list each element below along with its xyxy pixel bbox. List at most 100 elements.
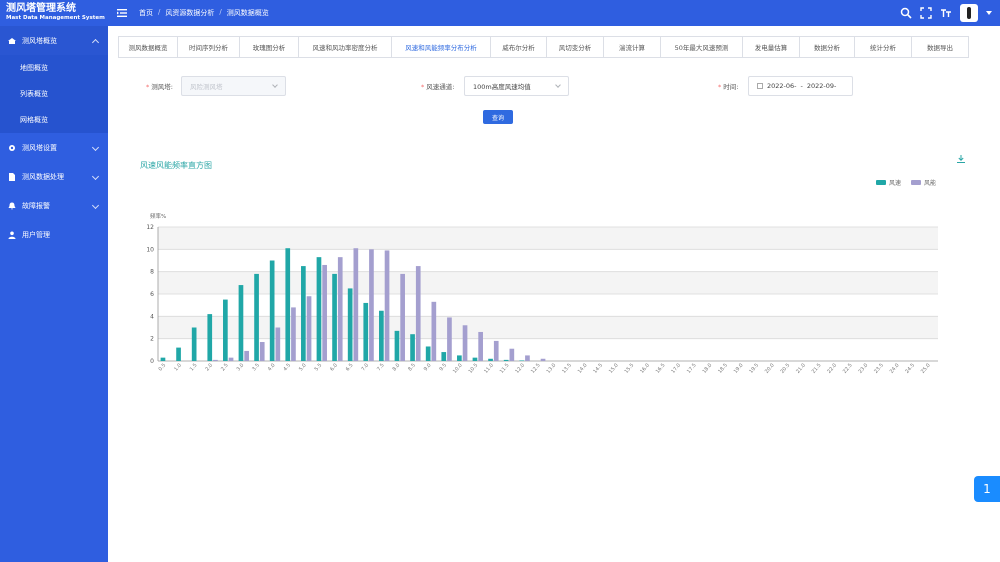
x-tick-label: 8.5: [407, 362, 417, 372]
sidebar-item-tower-overview[interactable]: 测风塔概览: [0, 26, 108, 55]
search-icon[interactable]: [900, 7, 912, 19]
sidebar-item-tower-settings[interactable]: 测风塔设置: [0, 133, 108, 162]
bar-speed: [410, 334, 415, 361]
tab-statistics[interactable]: 统计分析: [854, 36, 912, 58]
time-label: * 时间:: [718, 83, 739, 91]
x-tick-label: 19.5: [748, 362, 760, 374]
x-tick-label: 15.0: [608, 362, 620, 374]
app-title: 测风塔管理系统: [6, 3, 76, 14]
bar-speed: [207, 314, 213, 361]
bar-speed: [441, 352, 447, 361]
x-tick-label: 23.5: [873, 362, 885, 374]
x-tick-label: 3.5: [251, 362, 261, 372]
x-tick-label: 13.0: [546, 362, 558, 374]
x-tick-label: 16.5: [655, 362, 667, 374]
calendar-icon: [757, 83, 763, 89]
tower-select-value: 风险测风塔: [190, 83, 223, 91]
bar-energy: [478, 331, 483, 361]
x-tick-label: 20.0: [764, 362, 776, 374]
channel-select[interactable]: 100m高度风速均值: [464, 76, 569, 96]
query-button[interactable]: 查询: [483, 110, 513, 124]
bar-energy: [306, 296, 312, 361]
grid-band: [158, 316, 938, 339]
bar-speed: [176, 347, 181, 361]
x-tick-label: 7.5: [376, 362, 386, 372]
bar-speed: [191, 327, 197, 361]
sidebar-item-label: 故障报警: [22, 201, 50, 210]
fullscreen-icon[interactable]: [920, 7, 932, 19]
bar-energy: [228, 357, 234, 361]
float-badge[interactable]: 1: [974, 476, 1000, 502]
menu-toggle-icon[interactable]: [116, 7, 128, 19]
x-tick-label: 6.0: [329, 362, 339, 372]
sidebar-item-alarms[interactable]: 故障报警: [0, 191, 108, 220]
grid-band: [158, 227, 938, 250]
bar-energy: [275, 327, 281, 361]
tab-overview[interactable]: 测风数据概览: [118, 36, 178, 58]
tab-turbulence[interactable]: 湍流计算: [603, 36, 661, 58]
tab-frequency-distribution[interactable]: 风速和风能频率分布分析: [391, 36, 491, 58]
sidebar-item-users[interactable]: 用户管理: [0, 220, 108, 249]
bar-speed: [316, 257, 322, 361]
x-tick-label: 20.5: [780, 362, 792, 374]
x-tick-label: 1.5: [189, 362, 199, 372]
breadcrumb-analysis[interactable]: 风资源数据分析: [165, 8, 214, 18]
chevron-down-icon[interactable]: [986, 11, 992, 15]
x-tick-label: 19.0: [733, 362, 745, 374]
x-tick-label: 12.0: [514, 362, 526, 374]
bar-speed: [394, 330, 400, 361]
sidebar-item-data-processing[interactable]: 测风数据处理: [0, 162, 108, 191]
bar-speed: [425, 346, 431, 361]
bar-speed: [160, 357, 166, 361]
tab-power-density[interactable]: 风速和风功率密度分析: [298, 36, 392, 58]
bar-energy: [509, 348, 515, 361]
bar-energy: [540, 358, 546, 361]
chart-title: 风速风能频率直方图: [140, 161, 212, 170]
font-size-icon[interactable]: [940, 7, 952, 19]
tab-export[interactable]: 数据导出: [911, 36, 969, 58]
breadcrumb-home[interactable]: 首页: [139, 8, 153, 18]
chart-container: 频率% 0 2 4 6 8 10 12 0.5 1.0 1.5 2.0 2.5 3.0 3.5 4.0 4.5 5…: [108, 182, 1000, 382]
download-icon[interactable]: [956, 154, 966, 164]
x-tick-label: 3.0: [236, 362, 246, 372]
y-tick-label: 12: [146, 224, 154, 231]
sidebar-subitem-grid[interactable]: 网格概览: [0, 107, 108, 133]
sidebar-subitem-list[interactable]: 列表概览: [0, 81, 108, 107]
bar-speed: [363, 302, 369, 361]
tab-data-analysis[interactable]: 数据分析: [799, 36, 855, 58]
bar-speed: [223, 299, 228, 361]
x-tick-label: 5.0: [298, 362, 308, 372]
tab-rose[interactable]: 玫瑰图分析: [239, 36, 299, 58]
x-tick-label: 2.0: [204, 362, 214, 372]
y-axis-label: 频率%: [150, 212, 166, 220]
x-tick-label: 24.0: [889, 362, 901, 374]
bar-speed: [269, 260, 275, 361]
tab-max-wind-prediction[interactable]: 50年最大风速预测: [660, 36, 743, 58]
tab-time-series[interactable]: 时间序列分析: [177, 36, 240, 58]
x-tick-label: 4.0: [267, 362, 277, 372]
tower-select[interactable]: 风险测风塔: [181, 76, 286, 96]
app-header: 测风塔管理系统 Mast Data Management System 首页 /…: [0, 0, 1000, 26]
sidebar-item-label: 用户管理: [22, 230, 50, 239]
frequency-histogram: 频率% 0 2 4 6 8 10 12 0.5 1.0 1.5 2.0 2.5 3.0 3.5 4.0 4.5 5…: [146, 212, 938, 375]
date-separator: -: [800, 82, 803, 90]
tab-wind-shear[interactable]: 风切变分析: [546, 36, 604, 58]
tab-weibull[interactable]: 威布尔分析: [490, 36, 547, 58]
date-start[interactable]: 2022-06-: [767, 82, 797, 90]
date-end[interactable]: 2022-09-: [807, 82, 837, 90]
x-tick-label: 11.5: [499, 362, 511, 374]
x-tick-label: 22.0: [826, 362, 838, 374]
analysis-tabs: 测风数据概览 时间序列分析 玫瑰图分析 风速和风功率密度分析 风速和风能频率分布…: [118, 36, 969, 58]
avatar[interactable]: [960, 4, 978, 22]
sidebar-subitem-map[interactable]: 地图概览: [0, 55, 108, 81]
tab-energy-estimation[interactable]: 发电量估算: [742, 36, 800, 58]
chevron-down-icon: [272, 82, 278, 88]
x-tick-label: 8.0: [392, 362, 402, 372]
y-tick-label: 2: [150, 336, 154, 343]
date-range-picker[interactable]: 2022-06- - 2022-09-: [748, 76, 853, 96]
bar-energy: [525, 355, 530, 361]
header-actions: [900, 4, 992, 22]
x-tick-label: 18.0: [702, 362, 714, 374]
filter-bar: * 测风塔: 风险测风塔 * 风速通道: 100m高度风速均值 * 时间: 2022-…: [108, 76, 1000, 96]
tower-icon: [8, 37, 16, 44]
